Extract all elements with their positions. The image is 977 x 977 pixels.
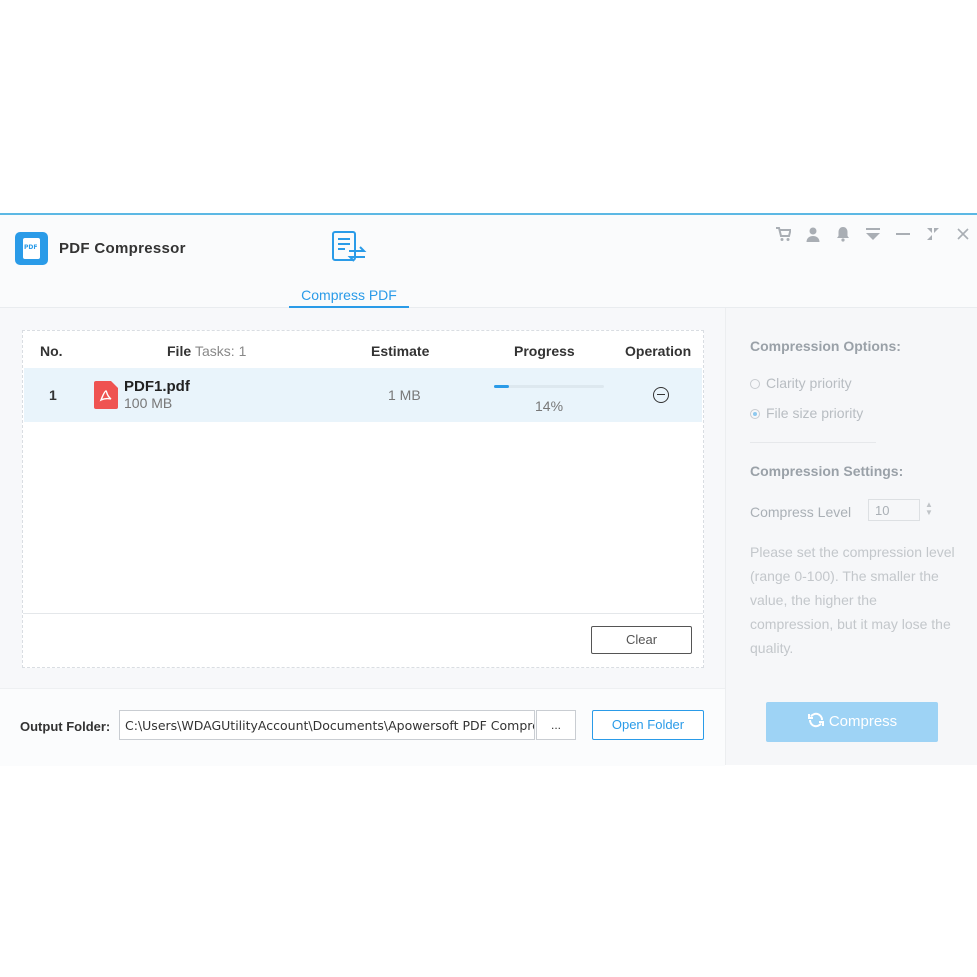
compression-settings-heading: Compression Settings: bbox=[750, 463, 904, 479]
main-panel: No. File Tasks: 1 Estimate Progress Oper… bbox=[0, 308, 725, 688]
task-table: No. File Tasks: 1 Estimate Progress Oper… bbox=[22, 330, 704, 668]
progress-bar-fill bbox=[494, 385, 510, 388]
close-icon[interactable] bbox=[954, 225, 972, 243]
estimate-size: 1 MB bbox=[388, 387, 421, 403]
tab-compress-pdf-label: Compress PDF bbox=[301, 287, 397, 303]
user-icon[interactable] bbox=[804, 225, 822, 243]
progress-percent: 14% bbox=[535, 398, 564, 414]
title-bar: PDF PDF Compressor Compress PDF bbox=[0, 215, 977, 308]
remove-task-button[interactable] bbox=[653, 387, 669, 403]
minimize-icon[interactable] bbox=[894, 225, 912, 243]
row-number: 1 bbox=[49, 387, 57, 403]
clear-button[interactable]: Clear bbox=[591, 626, 692, 654]
header-task-count: Tasks: 1 bbox=[195, 343, 247, 359]
menu-icon[interactable] bbox=[864, 225, 882, 243]
header-file: File Tasks: 1 bbox=[167, 343, 246, 359]
tab-compress-pdf[interactable]: Compress PDF bbox=[289, 229, 409, 308]
header-no: No. bbox=[40, 343, 63, 359]
browse-button[interactable]: ... bbox=[536, 710, 576, 740]
level-spinner-icon[interactable]: ▲ ▼ bbox=[925, 501, 933, 517]
header-file-label: File bbox=[167, 343, 192, 359]
compress-pdf-icon bbox=[332, 231, 367, 262]
cart-icon[interactable] bbox=[774, 225, 792, 243]
app-window: PDF PDF Compressor Compress PDF No. File… bbox=[0, 213, 977, 766]
pdf-file-icon bbox=[94, 381, 118, 409]
bell-icon[interactable] bbox=[834, 225, 852, 243]
options-panel: Compression Options: Clarity priority Fi… bbox=[725, 308, 977, 765]
open-folder-button[interactable]: Open Folder bbox=[592, 710, 704, 740]
clarity-priority-radio[interactable]: Clarity priority bbox=[750, 375, 852, 391]
file-size-priority-radio[interactable]: File size priority bbox=[750, 405, 863, 421]
app-logo-icon: PDF bbox=[15, 232, 48, 265]
compress-level-input[interactable]: 10 bbox=[868, 499, 920, 521]
progress-bar bbox=[494, 385, 604, 388]
logo-text: PDF bbox=[24, 244, 38, 251]
compress-level-description: Please set the compression level (range … bbox=[750, 544, 955, 656]
table-footer-divider bbox=[23, 613, 703, 614]
restore-icon[interactable] bbox=[924, 225, 942, 243]
file-size: 100 MB bbox=[124, 395, 173, 411]
radio-unchecked-icon bbox=[750, 379, 760, 389]
header-operation: Operation bbox=[625, 343, 692, 359]
output-folder-label: Output Folder: bbox=[20, 719, 111, 734]
radio-checked-icon bbox=[750, 409, 760, 419]
compress-button[interactable]: Compress bbox=[766, 702, 938, 742]
app-title: PDF Compressor bbox=[59, 240, 186, 257]
file-size-priority-label: File size priority bbox=[766, 405, 864, 421]
table-row[interactable]: 1 PDF1.pdf 100 MB 1 MB 14% bbox=[24, 368, 702, 422]
clarity-priority-label: Clarity priority bbox=[766, 375, 852, 391]
file-name: PDF1.pdf bbox=[124, 378, 190, 395]
refresh-icon bbox=[807, 712, 824, 728]
options-divider bbox=[750, 442, 876, 443]
compression-options-heading: Compression Options: bbox=[750, 338, 901, 354]
compress-level-label: Compress Level bbox=[750, 504, 852, 520]
output-folder-path[interactable]: C:\Users\WDAGUtilityAccount\Documents\Ap… bbox=[119, 710, 535, 740]
output-bar: Output Folder: C:\Users\WDAGUtilityAccou… bbox=[0, 688, 725, 766]
header-estimate: Estimate bbox=[371, 343, 430, 359]
compress-button-label: Compress bbox=[828, 713, 898, 730]
header-progress: Progress bbox=[514, 343, 575, 359]
